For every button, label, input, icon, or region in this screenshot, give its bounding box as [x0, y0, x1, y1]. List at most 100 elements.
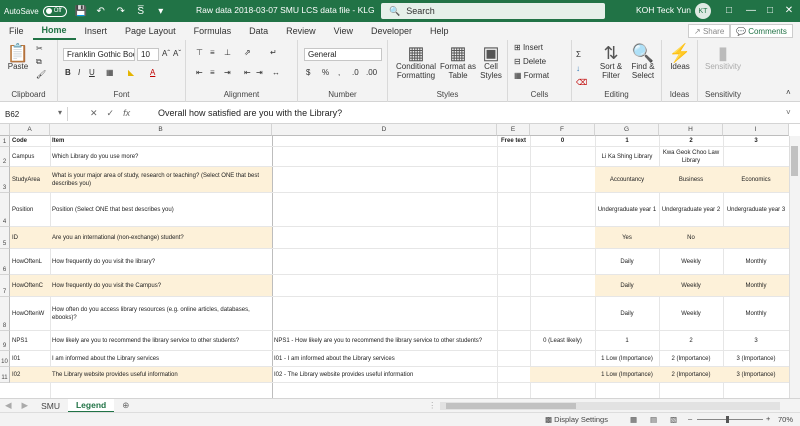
column-header-f[interactable]: F: [530, 124, 595, 136]
grid-cell-b[interactable]: What is your major area of study, resear…: [50, 167, 272, 193]
zoom-level[interactable]: 70%: [778, 415, 793, 424]
row-header[interactable]: 1: [0, 136, 10, 147]
grid-cell-i[interactable]: Undergraduate year 3: [723, 193, 789, 227]
align-top-icon[interactable]: ⊤: [196, 48, 203, 57]
grid-cell-h[interactable]: Business: [659, 167, 723, 193]
grid-cell-f[interactable]: [530, 249, 595, 275]
grid-cell-e[interactable]: [497, 275, 530, 297]
enter-icon[interactable]: ✓: [107, 108, 115, 119]
insert-function-icon[interactable]: fx: [123, 108, 130, 119]
grid-cell-a[interactable]: HowOftenC: [10, 275, 50, 297]
currency-icon[interactable]: $: [306, 68, 310, 77]
grid-cell-d[interactable]: NPS1 - How likely are you to recommend t…: [272, 331, 497, 351]
paste-button[interactable]: 📋 Paste: [6, 44, 30, 71]
grid-cell-d[interactable]: I02 - The Library website provides usefu…: [272, 367, 497, 383]
grid-cell-a[interactable]: HowOftenW: [10, 297, 50, 331]
find-select-button[interactable]: 🔍 Find & Select: [628, 44, 658, 80]
collapse-ribbon-icon[interactable]: ˄: [786, 88, 791, 97]
align-bottom-icon[interactable]: ⊥: [224, 48, 231, 57]
grid-cell-f[interactable]: [530, 351, 595, 367]
column-header-b[interactable]: B: [50, 124, 272, 136]
menu-view[interactable]: View: [325, 22, 362, 40]
sensitivity-button[interactable]: ▮ Sensitivity: [702, 44, 744, 71]
row-header[interactable]: 10: [0, 351, 10, 367]
grid-cell-b[interactable]: How frequently do you visit the library?: [50, 249, 272, 275]
zoom-slider[interactable]: [697, 419, 763, 420]
grid-cell-h[interactable]: 2 (Importance): [659, 351, 723, 367]
comments-button[interactable]: 💬 Comments: [730, 24, 793, 38]
copy-icon[interactable]: ⧉: [36, 57, 42, 66]
save-icon[interactable]: 💾: [74, 5, 86, 17]
row-header[interactable]: 2: [0, 147, 10, 167]
wrap-text-icon[interactable]: ↵: [270, 48, 277, 57]
grid-cell-a[interactable]: HowOftenL: [10, 249, 50, 275]
undo-icon[interactable]: ↶: [95, 5, 107, 17]
grid-cell-e[interactable]: [497, 147, 530, 167]
worksheet-grid[interactable]: A B D E F G H I 1 Code Item Free text 0 …: [0, 124, 800, 398]
grid-cell-i[interactable]: Monthly: [723, 297, 789, 331]
row-header[interactable]: 9: [0, 331, 10, 351]
comma-style-icon[interactable]: ,: [338, 68, 340, 77]
shrink-font-icon[interactable]: Aˇ: [173, 49, 181, 58]
grid-cell-h[interactable]: Weekly: [659, 297, 723, 331]
zoom-slider-thumb[interactable]: [726, 416, 729, 423]
vertical-scroll-thumb[interactable]: [791, 146, 798, 176]
grid-cell-e[interactable]: [497, 193, 530, 227]
column-header-g[interactable]: G: [595, 124, 659, 136]
grid-cell-g[interactable]: Daily: [595, 249, 659, 275]
zoom-in-icon[interactable]: +: [766, 414, 770, 423]
format-painter-icon[interactable]: 🖌: [36, 70, 46, 79]
header-cell-1[interactable]: 1: [595, 136, 659, 147]
grid-cell-i[interactable]: [723, 147, 789, 167]
underline-icon[interactable]: U: [89, 68, 95, 77]
sort-filter-button[interactable]: ⇅ Sort & Filter: [596, 44, 626, 80]
header-cell-code[interactable]: Code: [10, 136, 50, 147]
formula-input[interactable]: Overall how satisfied are you with the L…: [158, 108, 342, 118]
grid-cell-f[interactable]: 0 (Least likely): [530, 331, 595, 351]
header-cell-d[interactable]: [272, 136, 497, 147]
add-sheet-icon[interactable]: ⊕: [114, 400, 137, 411]
fill-icon[interactable]: ↓: [576, 64, 580, 73]
clear-icon[interactable]: ⌫: [576, 78, 587, 87]
ribbon-display-icon[interactable]: □: [722, 3, 736, 17]
grid-cell-f[interactable]: [530, 167, 595, 193]
grid-cell-a[interactable]: ID: [10, 227, 50, 249]
grid-cell-d[interactable]: [272, 249, 497, 275]
sheet-tab-legend[interactable]: Legend: [67, 398, 115, 413]
grid-cell-f[interactable]: [530, 147, 595, 167]
menu-help[interactable]: Help: [421, 22, 458, 40]
align-middle-icon[interactable]: ≡: [210, 48, 215, 57]
increase-decimal-icon[interactable]: .0: [352, 68, 359, 77]
grid-cell-b[interactable]: How frequently do you visit the Campus?: [50, 275, 272, 297]
ideas-button[interactable]: ⚡ Ideas: [666, 44, 694, 71]
merge-center-icon[interactable]: ↔: [272, 68, 280, 77]
grid-cell-i[interactable]: 3 (Importance): [723, 351, 789, 367]
customize-toolbar-icon[interactable]: ▾: [155, 5, 167, 17]
increase-indent-icon[interactable]: ⇥: [256, 68, 263, 77]
grid-cell-b[interactable]: How likely are you to recommend the libr…: [50, 331, 272, 351]
font-family-select[interactable]: Franklin Gothic Boo: [63, 48, 135, 61]
menu-data[interactable]: Data: [240, 22, 277, 40]
menu-home[interactable]: Home: [32, 22, 76, 40]
row-header[interactable]: 8: [0, 297, 10, 331]
grow-font-icon[interactable]: Aˆ: [162, 49, 170, 58]
grid-cell-b[interactable]: Position (Select ONE that best describes…: [50, 193, 272, 227]
column-header-a[interactable]: A: [10, 124, 50, 136]
name-box-dropdown-icon[interactable]: ▾: [58, 108, 62, 117]
menu-insert[interactable]: Insert: [76, 22, 117, 40]
normal-view-icon[interactable]: ▦: [630, 415, 637, 424]
sheet-tab-smu[interactable]: SMU: [33, 399, 68, 413]
grid-cell-e[interactable]: [497, 351, 530, 367]
header-cell-3[interactable]: 3: [723, 136, 789, 147]
grid-cell-i[interactable]: 3: [723, 331, 789, 351]
maximize-icon[interactable]: □: [763, 3, 777, 17]
grid-cell-a[interactable]: Campus: [10, 147, 50, 167]
scroll-tabs-right-icon[interactable]: ▶: [17, 400, 34, 411]
menu-developer[interactable]: Developer: [362, 22, 421, 40]
format-as-table-button[interactable]: ▦ Format as Table: [440, 44, 476, 80]
grid-cell-e[interactable]: [497, 331, 530, 351]
grid-cell-e[interactable]: [497, 227, 530, 249]
row-header[interactable]: 4: [0, 193, 10, 227]
bold-icon[interactable]: B: [65, 68, 71, 77]
cut-icon[interactable]: ✂: [36, 44, 43, 53]
